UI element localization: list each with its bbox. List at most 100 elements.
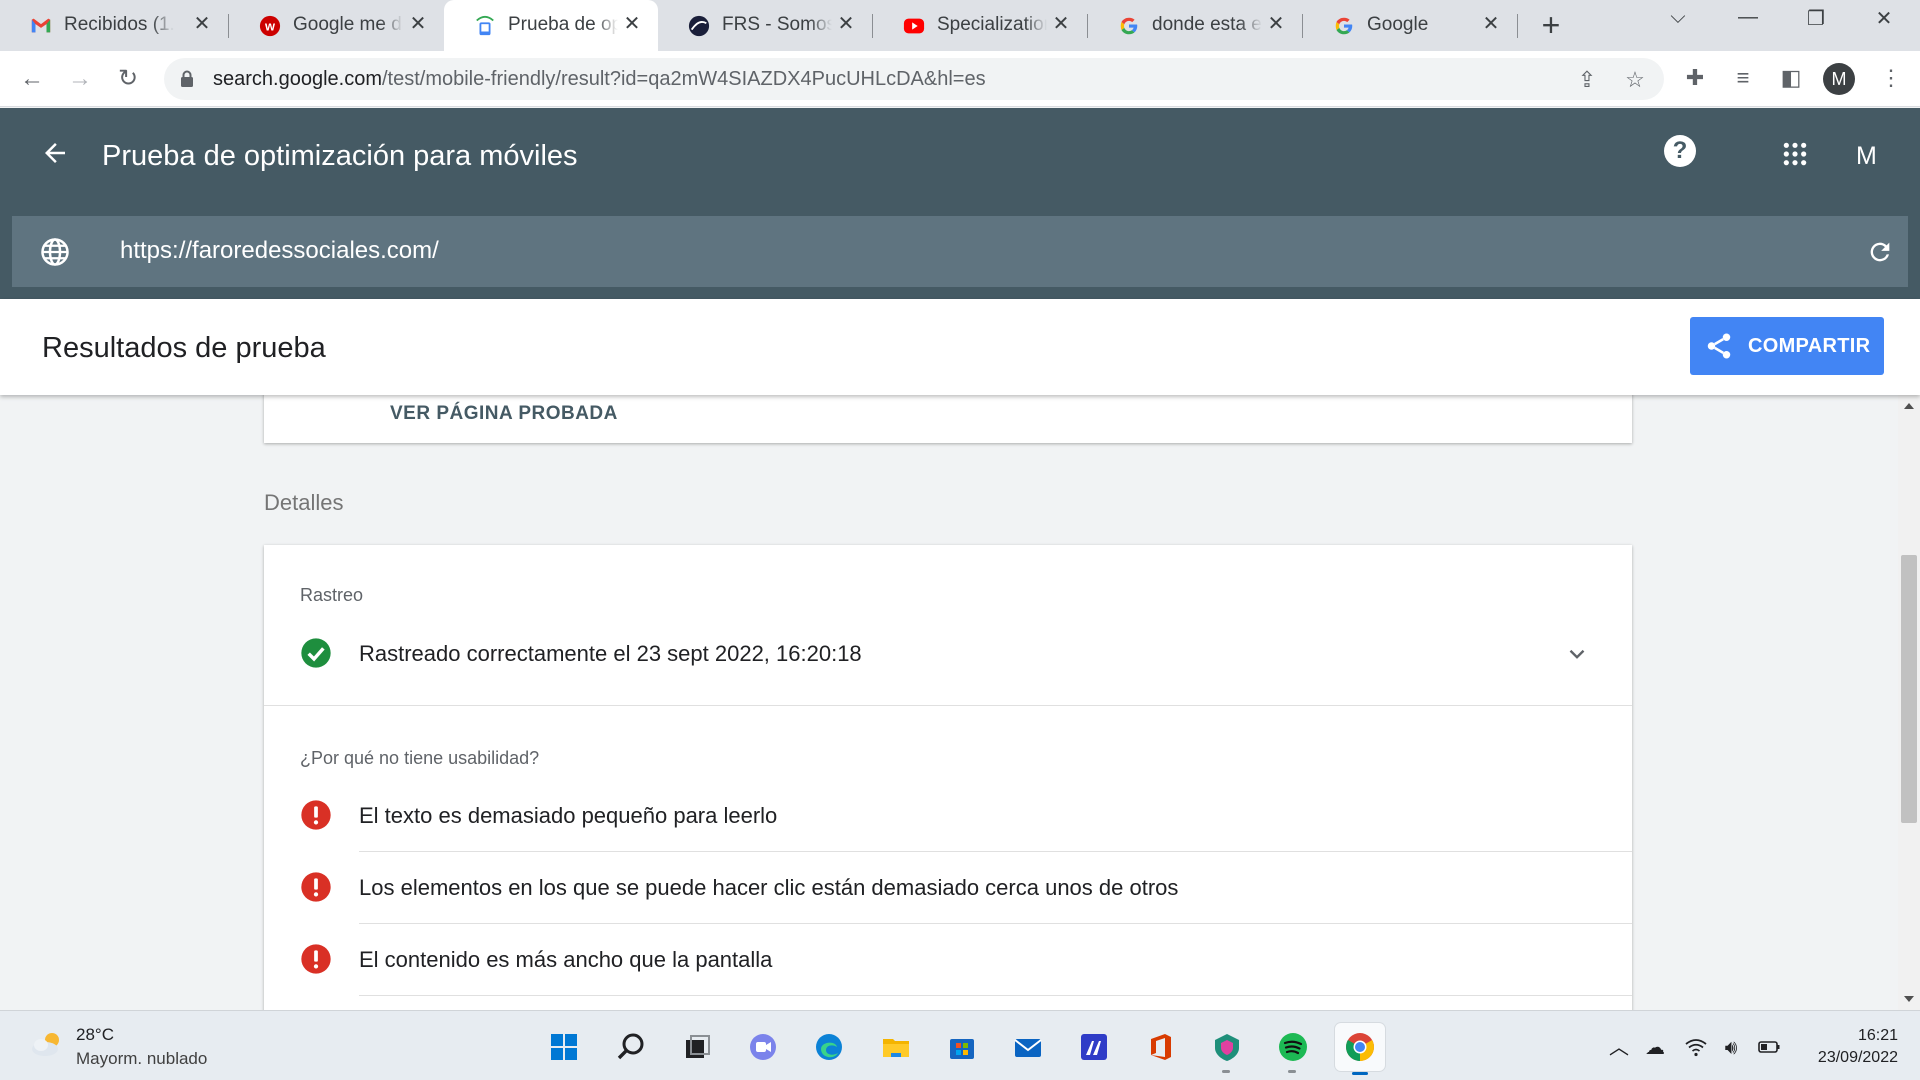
main-content: VER PÁGINA PROBADA Detalles Rastreo Rast… (0, 395, 1898, 1010)
office-button[interactable] (1141, 1027, 1181, 1067)
search-button[interactable] (611, 1027, 651, 1067)
retest-reload-icon[interactable] (1866, 238, 1894, 266)
close-icon[interactable]: ✕ (1479, 12, 1503, 36)
tab-title: FRS - Somos una agencia (722, 14, 832, 35)
wifi-icon[interactable] (1683, 1035, 1709, 1061)
mobile-test-icon (476, 15, 494, 36)
profile-avatar[interactable]: M (1823, 63, 1855, 95)
volume-icon[interactable]: 🔊︎ (1718, 1035, 1744, 1061)
close-icon[interactable]: ✕ (620, 12, 644, 36)
close-window-button[interactable]: ✕ (1864, 6, 1904, 36)
close-icon[interactable]: ✕ (834, 12, 858, 36)
tested-url-field[interactable]: https://faroredessociales.com/ (12, 216, 1908, 287)
usability-issue-text: Los elementos en los que se puede hacer … (359, 875, 1179, 900)
usability-issue-row[interactable]: El contenido es más ancho que la pantall… (264, 923, 1632, 995)
account-button[interactable]: M (1856, 142, 1877, 171)
tab-mobile-test[interactable]: Prueba de optimización ✕ (444, 0, 658, 51)
globe-icon (41, 238, 69, 266)
onedrive-cloud-icon[interactable]: ☁ (1642, 1035, 1668, 1061)
summary-card: VER PÁGINA PROBADA (264, 395, 1632, 443)
minimize-button[interactable]: — (1728, 6, 1768, 36)
tab-google-me-da[interactable]: w Google me da la pagina ✕ (229, 0, 444, 51)
tab-frs[interactable]: FRS - Somos una agencia ✕ (658, 0, 872, 51)
youtube-icon (903, 18, 925, 34)
vpn-app-button[interactable] (1207, 1027, 1247, 1073)
tested-url[interactable]: https://faroredessociales.com/ (120, 237, 439, 265)
extensions-puzzle-icon[interactable]: ✚ (1680, 63, 1710, 93)
mail-button[interactable] (1008, 1027, 1048, 1067)
chevron-down-icon[interactable] (1564, 641, 1590, 667)
store-icon (950, 1039, 974, 1059)
address-bar[interactable]: search.google.com/test/mobile-friendly/r… (164, 58, 1664, 100)
partly-cloudy-icon[interactable] (30, 1029, 66, 1059)
battery-icon[interactable] (1756, 1035, 1782, 1061)
weather-condition[interactable]: Mayorm. nublado (76, 1049, 207, 1069)
ai-app-icon (1081, 1034, 1107, 1060)
file-explorer-button[interactable] (876, 1027, 916, 1067)
usability-issue-row[interactable]: Los elementos en los que se puede hacer … (264, 851, 1632, 923)
usability-issue-row[interactable]: El texto es demasiado pequeño para leerl… (264, 779, 1632, 851)
back-arrow-icon[interactable]: ← (16, 63, 48, 95)
chrome-button[interactable] (1335, 1023, 1385, 1075)
store-button[interactable] (942, 1027, 982, 1067)
chrome-icon (1346, 1033, 1374, 1061)
browser-toolbar: ← → ↻ search.google.com/test/mobile-frie… (0, 51, 1920, 107)
view-tested-page-link[interactable]: VER PÁGINA PROBADA (390, 403, 618, 425)
tray-overflow-chevron-icon[interactable]: ︿ (1606, 1035, 1632, 1061)
tab-google[interactable]: Google ✕ (1303, 0, 1517, 51)
new-tab-button[interactable]: + (1536, 9, 1566, 41)
usability-issue-text: El texto es demasiado pequeño para leerl… (359, 803, 778, 828)
tab-title: Google me da la pagina (293, 14, 403, 35)
task-view-icon (686, 1035, 710, 1058)
media-control-icon[interactable]: ≡ (1728, 63, 1758, 93)
lock-icon[interactable] (180, 70, 194, 88)
tab-specialization[interactable]: Specialization ✕ (873, 0, 1087, 51)
side-panel-icon[interactable]: ◧ (1776, 63, 1806, 93)
chat-icon (750, 1034, 776, 1060)
browser-tab-strip: Recibidos (1.485) ✕ w Google me da la pa… (0, 0, 1920, 51)
windows-taskbar: 28°C Mayorm. nublado ︿ ☁ 🔊︎ 16:21 23/09/… (0, 1010, 1920, 1080)
restore-button[interactable]: ❐ (1796, 6, 1836, 36)
spotify-icon (1279, 1033, 1307, 1061)
close-icon[interactable]: ✕ (1264, 12, 1288, 36)
tab-gmail[interactable]: Recibidos (1.485) ✕ (0, 0, 228, 51)
close-icon[interactable]: ✕ (1049, 12, 1073, 36)
share-button[interactable]: COMPARTIR (1690, 317, 1884, 375)
share-icon (1707, 333, 1731, 359)
google-icon (1335, 17, 1353, 35)
forward-arrow-icon[interactable]: → (64, 63, 96, 95)
reload-icon[interactable]: ↻ (112, 63, 144, 95)
scroll-up-arrow-icon[interactable] (1904, 403, 1914, 409)
share-page-icon[interactable]: ⇪ (1573, 66, 1601, 94)
page-scrollbar[interactable] (1898, 395, 1920, 1010)
apps-grid-icon[interactable] (1782, 141, 1808, 167)
url-path: /test/mobile-friendly/result?id=qa2mW4SI… (381, 68, 986, 90)
spotify-button[interactable] (1273, 1027, 1313, 1073)
tab-title: Google (1367, 14, 1429, 35)
tab-search-chevron-icon[interactable]: ⌵ (1658, 6, 1698, 36)
error-icon (301, 800, 331, 830)
address-url[interactable]: search.google.com/test/mobile-friendly/r… (213, 68, 986, 91)
edge-button[interactable] (809, 1027, 849, 1067)
teams-chat-button[interactable] (743, 1027, 783, 1067)
scroll-down-arrow-icon[interactable] (1904, 996, 1914, 1002)
back-arrow-icon[interactable] (40, 138, 70, 168)
start-button[interactable] (544, 1027, 584, 1067)
tab-donde-esta[interactable]: donde esta el archivo ✕ (1088, 0, 1302, 51)
task-view-button[interactable] (677, 1027, 717, 1067)
crawl-status-row[interactable]: Rastreado correctamente el 23 sept 2022,… (264, 617, 1632, 689)
help-icon[interactable]: ? (1664, 135, 1696, 167)
weather-temperature[interactable]: 28°C (76, 1025, 114, 1045)
close-icon[interactable]: ✕ (406, 12, 430, 36)
page-title: Prueba de optimización para móviles (102, 140, 578, 172)
scrollbar-thumb[interactable] (1901, 555, 1917, 823)
browser-menu-icon[interactable]: ⋮ (1876, 63, 1906, 93)
bookmark-star-icon[interactable]: ☆ (1621, 66, 1649, 94)
ai-app-button[interactable] (1074, 1027, 1114, 1067)
system-clock[interactable]: 16:21 23/09/2022 (1818, 1025, 1898, 1069)
tab-title: Prueba de optimización (508, 14, 618, 35)
gmail-icon (31, 18, 51, 33)
folder-icon (883, 1039, 909, 1057)
close-icon[interactable]: ✕ (190, 12, 214, 36)
share-label: COMPARTIR (1748, 335, 1871, 357)
